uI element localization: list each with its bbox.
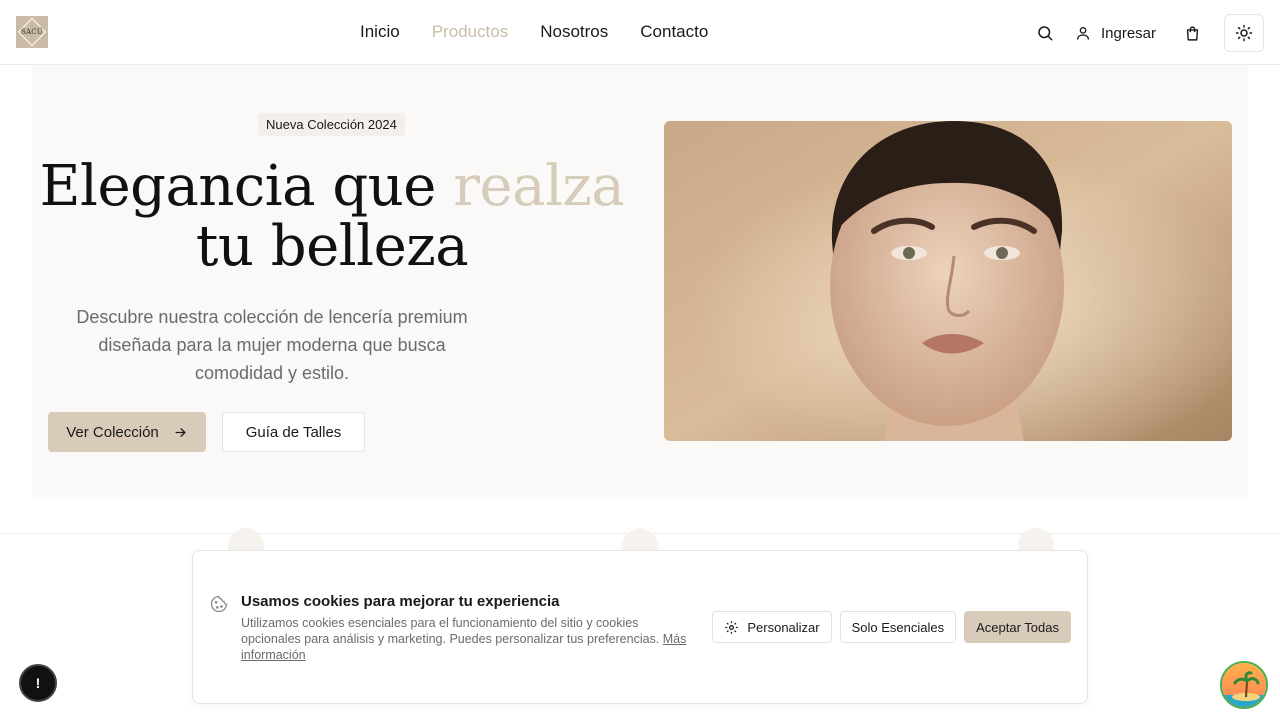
logo-text: SACÚ	[21, 28, 43, 36]
header-actions: Ingresar	[1027, 14, 1264, 52]
essentials-only-button[interactable]: Solo Esenciales	[839, 611, 957, 643]
hero-title-part1: Elegancia que	[39, 154, 454, 219]
customize-label: Personalizar	[747, 619, 820, 635]
hero-section: Nueva Colección 2024 Elegancia que realz…	[32, 65, 1248, 497]
cookie-description: Utilizamos cookies esenciales para el fu…	[241, 615, 701, 663]
cookie-icon	[210, 595, 228, 613]
cookie-actions: Personalizar Solo Esenciales Aceptar Tod…	[712, 611, 1071, 643]
nav-item-inicio[interactable]: Inicio	[360, 20, 400, 44]
user-icon	[1076, 27, 1089, 40]
view-collection-label: Ver Colección	[66, 423, 159, 441]
island-icon	[1222, 663, 1266, 707]
customize-cookies-button[interactable]: Personalizar	[712, 611, 832, 643]
nav-item-productos[interactable]: Productos	[432, 20, 509, 44]
accept-all-button[interactable]: Aceptar Todas	[964, 611, 1071, 643]
shopping-bag-icon	[1186, 25, 1198, 41]
hero-description: Descubre nuestra colección de lencería p…	[76, 307, 468, 383]
site-header: SACÚ Inicio Productos Nosotros Contacto …	[0, 0, 1280, 65]
sun-icon	[1235, 24, 1253, 42]
nav-item-contacto[interactable]: Contacto	[640, 20, 708, 44]
hero-title-part2: tu belleza	[195, 214, 469, 279]
arrow-right-icon	[175, 427, 186, 437]
notification-button[interactable]: !	[19, 664, 57, 702]
model-portrait-illustration	[664, 121, 1232, 441]
logo-diamond: SACÚ	[17, 17, 47, 47]
login-label: Ingresar	[1100, 24, 1156, 42]
cookie-title: Usamos cookies para mejorar tu experienc…	[241, 593, 560, 610]
hero-model-image	[664, 121, 1232, 441]
search-icon	[1038, 26, 1053, 41]
login-button[interactable]: Ingresar	[1075, 25, 1156, 42]
collection-badge: Nueva Colección 2024	[258, 113, 405, 136]
cookie-consent-banner: Usamos cookies para mejorar tu experienc…	[192, 550, 1088, 704]
size-guide-button[interactable]: Guía de Talles	[222, 412, 365, 452]
brand-logo[interactable]: SACÚ	[16, 16, 48, 48]
search-button[interactable]	[1027, 15, 1063, 51]
cookie-text: Utilizamos cookies esenciales para el fu…	[241, 616, 660, 646]
hero-title: Elegancia que realza tu belleza	[32, 157, 632, 277]
gear-icon	[725, 620, 739, 634]
main-nav: Inicio Productos Nosotros Contacto	[360, 20, 708, 44]
view-collection-button[interactable]: Ver Colección	[48, 412, 206, 452]
cart-button[interactable]	[1174, 15, 1210, 51]
chat-widget-button[interactable]	[1220, 661, 1268, 709]
nav-item-nosotros[interactable]: Nosotros	[540, 20, 608, 44]
hero-title-accent: realza	[453, 154, 625, 219]
theme-toggle-button[interactable]	[1224, 14, 1264, 52]
